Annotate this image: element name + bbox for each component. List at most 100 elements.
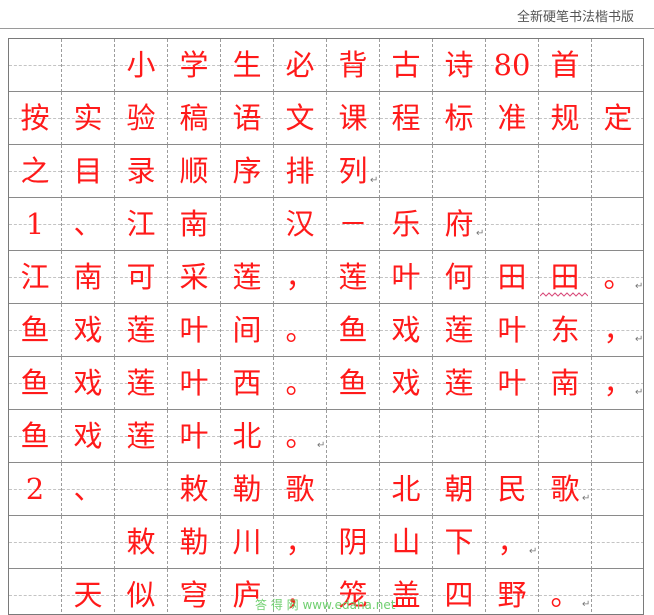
grid-cell: 何	[433, 251, 486, 304]
grid-cell: 文	[274, 92, 327, 145]
grid-cell: 语	[221, 92, 274, 145]
grid-cell: 。	[274, 410, 327, 463]
grid-cell: 目	[62, 145, 115, 198]
grid-row: 鱼戏莲叶西。鱼戏莲叶南，	[9, 357, 643, 410]
header-title: 全新硬笔书法楷书版	[516, 10, 634, 25]
grid-cell: 叶	[380, 251, 433, 304]
grid-cell: 戏	[380, 304, 433, 357]
grid-cell	[62, 39, 115, 92]
grid-cell: 莲	[433, 304, 486, 357]
paragraph-mark-icon: ↵	[635, 334, 644, 345]
grid-cell: 穹	[168, 569, 221, 614]
grid-cell: 80	[486, 39, 539, 92]
grid-cell: 田	[486, 251, 539, 304]
grid-cell: 1	[9, 198, 62, 251]
grid-cell: 似	[115, 569, 168, 614]
paragraph-mark-icon: ↵	[582, 493, 591, 504]
grid-cell	[592, 516, 643, 569]
grid-cell: ，	[486, 516, 539, 569]
grid-cell: 江	[9, 251, 62, 304]
grid-cell: 叶	[168, 357, 221, 410]
grid-cell	[380, 145, 433, 198]
grid-cell	[327, 463, 380, 516]
grid-cell: ，	[592, 304, 643, 357]
grid-cell: ，	[274, 516, 327, 569]
grid-cell: 。	[592, 251, 643, 304]
grid-cell: 2	[9, 463, 62, 516]
grid-cell: 稿	[168, 92, 221, 145]
grid-row: 小学生必背古诗 80 首	[9, 39, 643, 92]
grid-cell: 、	[62, 463, 115, 516]
grid-cell: 勒	[221, 463, 274, 516]
grid-cell	[539, 145, 592, 198]
grid-cell: 歌	[274, 463, 327, 516]
calligraphy-grid: 小学生必背古诗 80 首按实验稿语文课程标准规定之目录顺序排列 1、江南汉－乐府江南可…	[8, 38, 644, 615]
grid-cell: 江	[115, 198, 168, 251]
grid-cell: 下	[433, 516, 486, 569]
grid-cell	[115, 463, 168, 516]
grid-cell: 叶	[486, 304, 539, 357]
grid-row: 之目录顺序排列	[9, 145, 643, 198]
grid-cell	[486, 410, 539, 463]
grid-cell: 莲	[221, 251, 274, 304]
paragraph-mark-icon: ↵	[582, 599, 591, 610]
grid-row: 按实验稿语文课程标准规定	[9, 92, 643, 145]
grid-cell: 排	[274, 145, 327, 198]
grid-cell	[9, 39, 62, 92]
grid-cell: 鱼	[9, 304, 62, 357]
grid-cell: 敕	[115, 516, 168, 569]
grid-cell: 戏	[380, 357, 433, 410]
grid-cell: 必	[274, 39, 327, 92]
grid-row: 2、敕勒歌北朝民歌	[9, 463, 643, 516]
page-header: 全新硬笔书法楷书版	[0, 0, 654, 29]
paragraph-mark-icon: ↵	[635, 281, 644, 292]
watermark: 答 得 网 www.edaha.net	[255, 598, 396, 612]
grid-cell: 东	[539, 304, 592, 357]
grid-cell: 鱼	[327, 304, 380, 357]
grid-cell	[539, 516, 592, 569]
paragraph-mark-icon: ↵	[635, 387, 644, 398]
grid-cell: 生	[221, 39, 274, 92]
grid-cell: 歌	[539, 463, 592, 516]
grid-cell	[486, 198, 539, 251]
grid-cell: 实	[62, 92, 115, 145]
grid-cell: 北	[380, 463, 433, 516]
paragraph-mark-icon: ↵	[529, 546, 538, 557]
grid-cell: 山	[380, 516, 433, 569]
grid-cell: 南	[168, 198, 221, 251]
grid-cell: 南	[539, 357, 592, 410]
grid-cell: 、	[62, 198, 115, 251]
grid-cell	[327, 410, 380, 463]
grid-cell: 天	[62, 569, 115, 614]
grid-cell: 叶	[168, 410, 221, 463]
grid-cell: 南	[62, 251, 115, 304]
grid-cell: 鱼	[9, 410, 62, 463]
grid-cell: 汉	[274, 198, 327, 251]
grid-cell	[592, 39, 643, 92]
grid-cell: 标	[433, 92, 486, 145]
grid-cell: 野	[486, 569, 539, 614]
grid-cell: 川	[221, 516, 274, 569]
grid-cell: 戏	[62, 410, 115, 463]
grid-cell: 府	[433, 198, 486, 251]
grid-cell: 民	[486, 463, 539, 516]
grid-cell: 定	[592, 92, 643, 145]
grid-cell: 敕	[168, 463, 221, 516]
grid-cell	[592, 463, 643, 516]
grid-cell: 顺	[168, 145, 221, 198]
grid-cell: 朝	[433, 463, 486, 516]
grid-cell: 按	[9, 92, 62, 145]
grid-cell: 莲	[115, 357, 168, 410]
grid-cell: 勒	[168, 516, 221, 569]
grid-cell	[592, 198, 643, 251]
grid-cell	[592, 569, 643, 614]
grid-row: 鱼戏莲叶北。	[9, 410, 643, 463]
grid-cell: 西	[221, 357, 274, 410]
paragraph-mark-icon: ↵	[317, 440, 326, 451]
grid-cell: 莲	[433, 357, 486, 410]
paragraph-mark-icon: ↵	[370, 175, 379, 186]
grid-cell: 莲	[115, 304, 168, 357]
grid-cell	[221, 198, 274, 251]
grid-cell: 程	[380, 92, 433, 145]
grid-cell	[592, 145, 643, 198]
